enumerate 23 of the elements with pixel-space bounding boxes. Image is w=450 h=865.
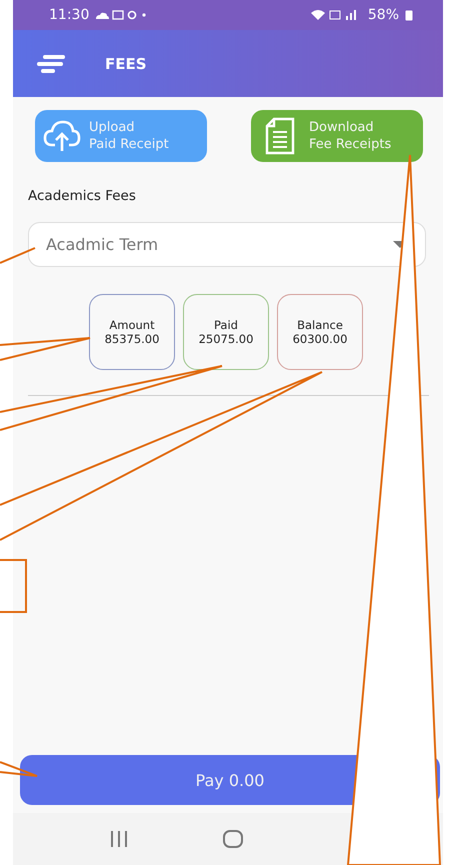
- upload-button[interactable]: Upload Paid Receipt: [35, 110, 207, 162]
- home-icon[interactable]: [222, 829, 244, 849]
- card-value: 25075.00: [198, 332, 254, 346]
- card-value: 60300.00: [292, 332, 348, 346]
- callout-box: [0, 559, 27, 613]
- menu-icon[interactable]: [37, 54, 65, 72]
- status-time: 11:30: [49, 7, 90, 23]
- screen-title: FEES: [105, 54, 147, 72]
- download-button[interactable]: Download Fee Receipts: [251, 110, 423, 162]
- section-title: Academics Fees: [28, 188, 137, 204]
- leader-line: [0, 247, 36, 264]
- card-value: 85375.00: [104, 332, 160, 346]
- card-label: Paid: [214, 318, 238, 332]
- card-label: Amount: [109, 318, 155, 332]
- recent-apps-icon[interactable]: [109, 830, 130, 848]
- card-label: Balance: [297, 318, 343, 332]
- leader-line: [0, 761, 38, 777]
- battery-level: 58%: [368, 7, 399, 23]
- battery-icon: [405, 9, 413, 21]
- document-icon: [265, 117, 295, 155]
- notification-icons: [95, 9, 148, 21]
- term-dropdown[interactable]: Acadmic Term: [28, 222, 426, 267]
- cloud-upload-icon: [43, 119, 81, 153]
